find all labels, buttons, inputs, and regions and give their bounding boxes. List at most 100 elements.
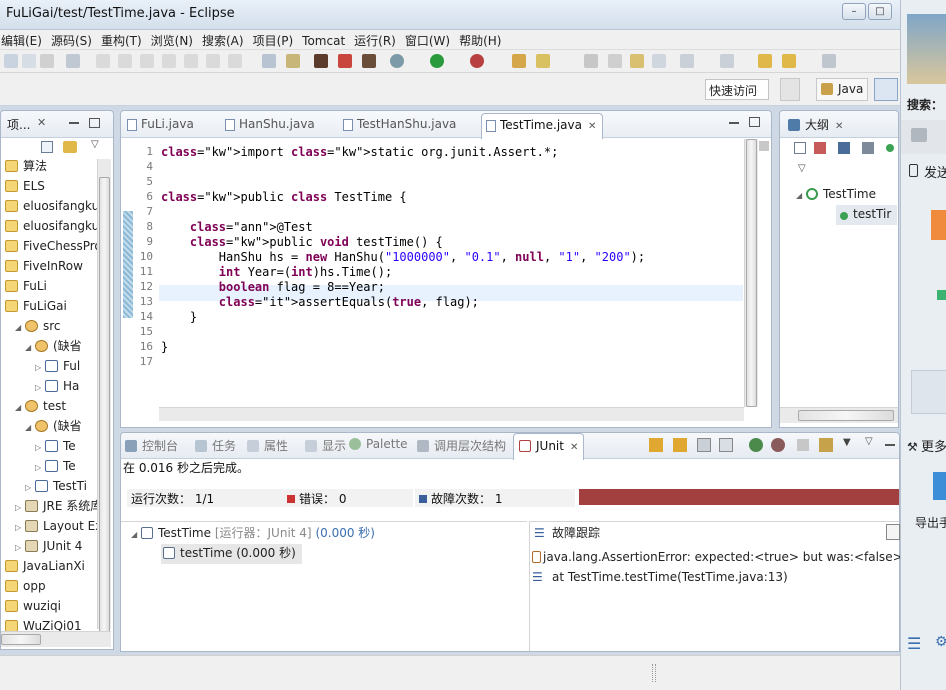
explorer-item[interactable]: ◢ (缺省 — [25, 337, 82, 357]
drop-area[interactable] — [911, 370, 946, 414]
step-return-icon[interactable] — [228, 54, 242, 68]
new-class-icon[interactable] — [536, 54, 550, 68]
close-icon[interactable]: ✕ — [570, 442, 578, 453]
editor-minimize-icon[interactable] — [729, 122, 739, 124]
explorer-item[interactable]: FuLiGai — [5, 297, 67, 317]
hide-static-icon[interactable] — [862, 142, 874, 154]
collapse-arrow-icon[interactable]: ▷ — [15, 519, 25, 537]
explorer-item[interactable]: ▷ Ha — [35, 377, 79, 397]
file-icon[interactable] — [937, 290, 946, 300]
history-icon[interactable] — [819, 438, 833, 452]
menu-source[interactable]: 源码(S) — [50, 30, 96, 49]
outline-class-node[interactable]: ◢ TestTime — [796, 185, 876, 205]
code-line[interactable]: HanShu hs = new HanShu("1000000", "0.1",… — [161, 250, 645, 264]
collapse-arrow-icon[interactable]: ▷ — [35, 459, 45, 477]
hide-nonpublic-icon[interactable] — [886, 144, 894, 152]
resume-icon[interactable] — [96, 54, 110, 68]
toggle-breakpoint-icon[interactable] — [66, 54, 80, 68]
collapse-arrow-icon[interactable]: ▷ — [15, 499, 25, 517]
edit-icon[interactable] — [630, 54, 644, 68]
tomcat-restart-icon[interactable] — [362, 54, 376, 68]
code-line[interactable]: } — [161, 310, 197, 324]
editor-vscroll[interactable] — [744, 139, 758, 407]
menu-run[interactable]: 运行(R) — [353, 30, 400, 49]
explorer-item[interactable]: 算法 — [5, 157, 47, 177]
explorer-vscroll[interactable] — [97, 159, 111, 637]
tab-console[interactable]: 控制台 — [125, 437, 178, 459]
explorer-item[interactable]: opp — [5, 577, 46, 597]
explorer-item[interactable]: ▷ Ful — [35, 357, 80, 377]
menu-help[interactable]: 帮助(H) — [458, 30, 505, 49]
last-edit-icon[interactable] — [758, 54, 772, 68]
explorer-item[interactable]: ▷ Layout Ex — [15, 517, 102, 537]
hide-fields-icon[interactable] — [838, 142, 850, 154]
tab-testtime[interactable]: TestTime.java ✕ — [481, 113, 604, 139]
chat-tab[interactable] — [901, 120, 946, 154]
terminate-icon[interactable] — [140, 54, 154, 68]
suspend-icon[interactable] — [118, 54, 132, 68]
quick-access-field[interactable]: 快速访问 — [705, 79, 769, 100]
more-item[interactable]: ⚒ 更多 — [907, 436, 946, 455]
code-line[interactable]: boolean flag = 8==Year; — [161, 280, 385, 294]
close-icon[interactable]: ✕ — [835, 121, 843, 132]
next-failure-icon[interactable] — [649, 438, 663, 452]
export-icon[interactable] — [933, 472, 946, 500]
editor-maximize-icon[interactable] — [749, 117, 760, 127]
collapse-icon[interactable] — [794, 142, 806, 154]
outline-hscroll-thumb[interactable] — [798, 410, 894, 421]
menu-project[interactable]: 项目(P) — [252, 30, 298, 49]
java-perspective-button[interactable]: Java — [816, 78, 869, 101]
menu-edit[interactable]: 编辑(E) — [0, 30, 46, 49]
collapse-all-icon[interactable] — [41, 141, 53, 153]
prev-annotation-icon[interactable] — [720, 54, 734, 68]
compare-icon[interactable] — [886, 524, 900, 540]
collapse-arrow-icon[interactable]: ▷ — [35, 359, 45, 377]
tab-call-hierarchy[interactable]: 调用层次结构 — [417, 437, 506, 459]
open-perspective-icon[interactable] — [780, 78, 800, 101]
code-line[interactable]: int Year=(int)hs.Time(); — [161, 265, 392, 279]
menu-search[interactable]: 搜索(A) — [201, 30, 248, 49]
code-line[interactable]: class="kw">public class TestTime { — [161, 190, 407, 204]
view-menu-icon[interactable]: ▽ — [798, 163, 806, 174]
menu-refactor[interactable]: 重构(T) — [100, 30, 146, 49]
explorer-close-icon[interactable]: ✕ — [37, 116, 46, 129]
avatar[interactable] — [907, 14, 946, 84]
debug-icon[interactable] — [390, 54, 404, 68]
explorer-hscroll[interactable] — [1, 631, 111, 647]
bottom-minimize-icon[interactable] — [885, 444, 895, 446]
collapse-arrow-icon[interactable]: ▷ — [35, 439, 45, 457]
explorer-item[interactable]: FiveChessPro — [5, 237, 102, 257]
expand-arrow-icon[interactable]: ◢ — [25, 419, 35, 437]
step-over-icon[interactable] — [206, 54, 220, 68]
maximize-button[interactable]: □ — [868, 3, 892, 20]
tab-hanshu[interactable]: HanShu.java — [221, 113, 321, 137]
tab-display[interactable]: 显示 — [305, 437, 346, 459]
explorer-item[interactable]: JavaLianXi — [5, 557, 85, 577]
tab-testhanshu[interactable]: TestHanShu.java — [339, 113, 462, 137]
explorer-item[interactable]: ▷ JUnit 4 — [15, 537, 82, 557]
stop-icon[interactable] — [797, 439, 809, 451]
menu-navigate[interactable]: 浏览(N) — [150, 30, 197, 49]
build-icon[interactable] — [286, 54, 300, 68]
collapse-arrow-icon[interactable]: ▷ — [15, 539, 25, 557]
explorer-item[interactable]: eluosifangku — [5, 197, 99, 217]
annotation-icon[interactable] — [608, 54, 622, 68]
scroll-lock-icon[interactable] — [719, 438, 733, 452]
run-icon[interactable] — [430, 54, 444, 68]
menu-icon[interactable]: ☰ — [907, 634, 921, 653]
debug-perspective-icon[interactable] — [874, 78, 898, 101]
explorer-item[interactable]: FuLi — [5, 277, 47, 297]
expand-arrow-icon[interactable]: ◢ — [15, 319, 25, 337]
code-line[interactable]: class="kw">public void testTime() { — [161, 235, 443, 249]
expand-arrow-icon[interactable]: ◢ — [15, 399, 25, 417]
explorer-item[interactable]: ▷ Te — [35, 457, 76, 477]
code-line[interactable]: class="it">assertEquals(true, flag); — [161, 295, 479, 309]
tab-junit[interactable]: JUnit ✕ — [513, 433, 585, 460]
explorer-minimize-icon[interactable] — [69, 122, 79, 124]
view-menu-icon[interactable]: ▽ — [865, 436, 873, 447]
code-line[interactable]: class="ann">@Test — [161, 220, 313, 234]
dropdown-icon[interactable]: ▼ — [843, 437, 851, 448]
outline-tab[interactable]: 大纲 ✕ — [784, 111, 847, 137]
menu-tomcat[interactable]: Tomcat — [301, 32, 349, 48]
explorer-item[interactable]: ▷ JRE 系统库 — [15, 497, 102, 517]
